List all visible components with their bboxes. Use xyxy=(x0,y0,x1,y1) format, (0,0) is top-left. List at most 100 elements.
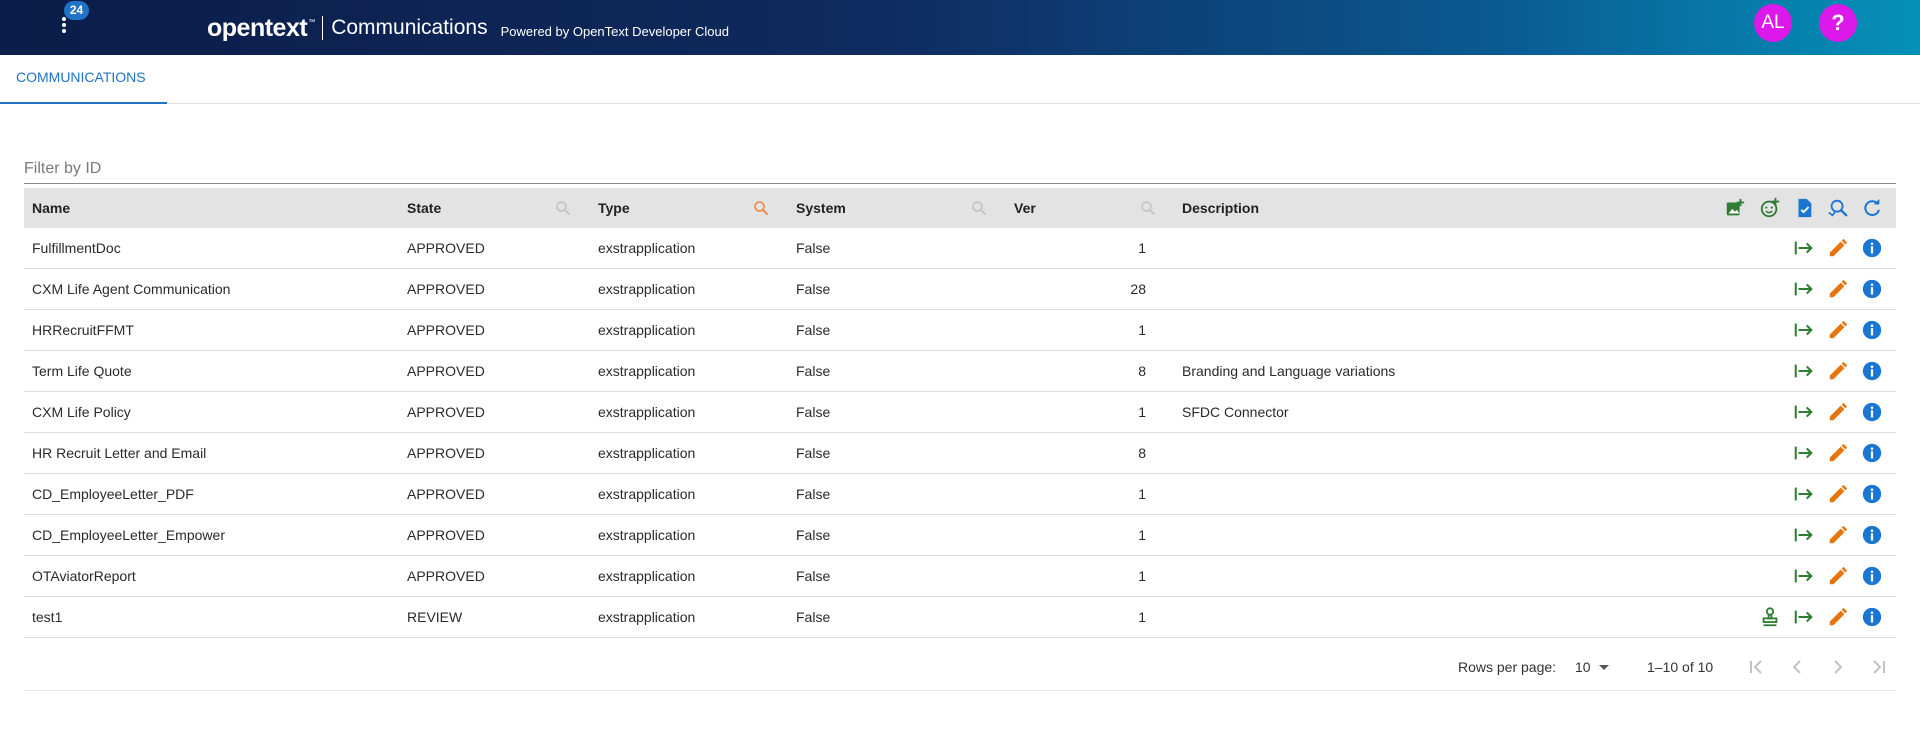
cell-state: APPROVED xyxy=(407,486,485,502)
column-header-state[interactable]: State xyxy=(407,188,441,228)
cell-name: CD_EmployeeLetter_PDF xyxy=(32,486,194,502)
brand-divider xyxy=(322,16,324,40)
add-image-icon[interactable] xyxy=(1724,197,1746,219)
export-arrow-icon[interactable] xyxy=(1793,319,1815,341)
last-page-icon[interactable] xyxy=(1867,655,1891,679)
add-emoji-icon[interactable] xyxy=(1759,197,1781,219)
table-row[interactable]: HR Recruit Letter and Email APPROVED exstr… xyxy=(24,433,1896,474)
cell-state: APPROVED xyxy=(407,568,485,584)
edit-pencil-icon[interactable] xyxy=(1827,483,1849,505)
info-icon[interactable] xyxy=(1861,483,1883,505)
state-search-icon[interactable] xyxy=(554,199,572,217)
help-button[interactable]: ? xyxy=(1819,4,1857,42)
table-row[interactable]: CXM Life Policy APPROVED exstrapplication F… xyxy=(24,392,1896,433)
opentext-logo: opentext xyxy=(207,13,308,42)
column-header-type[interactable]: Type xyxy=(598,188,630,228)
next-page-icon[interactable] xyxy=(1826,655,1850,679)
edit-pencil-icon[interactable] xyxy=(1827,606,1849,628)
communications-table: Name State Type System Ver Description F… xyxy=(24,188,1896,638)
task-checked-icon[interactable] xyxy=(1793,197,1815,219)
caret-down-icon xyxy=(1599,665,1609,670)
cell-system: False xyxy=(796,527,831,543)
cell-system: False xyxy=(796,404,831,420)
cell-ver: 1 xyxy=(1138,322,1146,338)
info-icon[interactable] xyxy=(1861,401,1883,423)
table-row[interactable]: test1 REVIEW exstrapplication False 1 xyxy=(24,597,1896,638)
cell-ver: 8 xyxy=(1138,363,1146,379)
ver-search-icon[interactable] xyxy=(1139,199,1157,217)
cell-name: CD_EmployeeLetter_Empower xyxy=(32,527,225,543)
table-row[interactable]: CD_EmployeeLetter_Empower APPROVED exstrap… xyxy=(24,515,1896,556)
edit-pencil-icon[interactable] xyxy=(1827,524,1849,546)
rows-per-page-label: Rows per page: xyxy=(1458,659,1557,675)
edit-pencil-icon[interactable] xyxy=(1827,442,1849,464)
table-row[interactable]: CD_EmployeeLetter_PDF APPROVED exstrapplic… xyxy=(24,474,1896,515)
table-body: FulfillmentDoc APPROVED exstrapplication Fa… xyxy=(24,228,1896,638)
info-icon[interactable] xyxy=(1861,442,1883,464)
user-avatar[interactable]: AL xyxy=(1754,4,1792,42)
info-icon[interactable] xyxy=(1861,524,1883,546)
cell-name: HRRecruitFFMT xyxy=(32,322,134,338)
table-row[interactable]: OTAviatorReport APPROVED exstrapplication F… xyxy=(24,556,1896,597)
cell-ver: 28 xyxy=(1130,281,1146,297)
cell-state: REVIEW xyxy=(407,609,463,625)
info-icon[interactable] xyxy=(1861,565,1883,587)
cell-name: HR Recruit Letter and Email xyxy=(32,445,207,461)
export-arrow-icon[interactable] xyxy=(1793,442,1815,464)
edit-pencil-icon[interactable] xyxy=(1827,278,1849,300)
info-icon[interactable] xyxy=(1861,319,1883,341)
cell-state: APPROVED xyxy=(407,445,485,461)
info-icon[interactable] xyxy=(1861,360,1883,382)
cell-name: CXM Life Agent Communication xyxy=(32,281,231,297)
notification-badge[interactable]: 24 xyxy=(64,1,89,20)
cell-description: SFDC Connector xyxy=(1182,404,1289,420)
table-row[interactable]: FulfillmentDoc APPROVED exstrapplication Fa… xyxy=(24,228,1896,269)
rows-per-page-select[interactable]: 10 xyxy=(1575,657,1615,677)
export-arrow-icon[interactable] xyxy=(1793,237,1815,259)
cell-ver: 1 xyxy=(1138,404,1146,420)
approve-stamp-icon[interactable] xyxy=(1759,606,1781,628)
cell-system: False xyxy=(796,363,831,379)
filter-by-id-input[interactable] xyxy=(24,155,1896,184)
cell-ver: 1 xyxy=(1138,609,1146,625)
column-header-description[interactable]: Description xyxy=(1182,188,1259,228)
edit-pencil-icon[interactable] xyxy=(1827,360,1849,382)
table-row[interactable]: CXM Life Agent Communication APPROVED exst… xyxy=(24,269,1896,310)
cell-name: Term Life Quote xyxy=(32,363,132,379)
pagination-bar: Rows per page: 10 1–10 of 10 xyxy=(24,645,1896,691)
cell-type: exstrapplication xyxy=(598,322,696,338)
cell-type: exstrapplication xyxy=(598,240,696,256)
cell-state: APPROVED xyxy=(407,363,485,379)
type-search-icon[interactable] xyxy=(752,199,770,217)
info-icon[interactable] xyxy=(1861,606,1883,628)
table-row[interactable]: Term Life Quote APPROVED exstrapplication F… xyxy=(24,351,1896,392)
info-icon[interactable] xyxy=(1861,278,1883,300)
export-arrow-icon[interactable] xyxy=(1793,401,1815,423)
system-search-icon[interactable] xyxy=(970,199,988,217)
refresh-icon[interactable] xyxy=(1861,197,1883,219)
info-icon[interactable] xyxy=(1861,237,1883,259)
export-arrow-icon[interactable] xyxy=(1793,606,1815,628)
cell-system: False xyxy=(796,486,831,502)
cell-ver: 8 xyxy=(1138,445,1146,461)
column-header-ver[interactable]: Ver xyxy=(1014,188,1036,228)
tab-communications[interactable]: COMMUNICATIONS xyxy=(0,55,167,104)
export-arrow-icon[interactable] xyxy=(1793,278,1815,300)
table-row[interactable]: HRRecruitFFMT APPROVED exstrapplication Fal… xyxy=(24,310,1896,351)
edit-pencil-icon[interactable] xyxy=(1827,237,1849,259)
column-header-system[interactable]: System xyxy=(796,188,846,228)
export-arrow-icon[interactable] xyxy=(1793,483,1815,505)
export-arrow-icon[interactable] xyxy=(1793,524,1815,546)
cell-description: Branding and Language variations xyxy=(1182,363,1396,379)
edit-pencil-icon[interactable] xyxy=(1827,565,1849,587)
search-replace-icon[interactable] xyxy=(1827,197,1849,219)
edit-pencil-icon[interactable] xyxy=(1827,401,1849,423)
first-page-icon[interactable] xyxy=(1744,655,1768,679)
cell-type: exstrapplication xyxy=(598,527,696,543)
edit-pencil-icon[interactable] xyxy=(1827,319,1849,341)
export-arrow-icon[interactable] xyxy=(1793,565,1815,587)
previous-page-icon[interactable] xyxy=(1785,655,1809,679)
column-header-name[interactable]: Name xyxy=(32,188,70,228)
export-arrow-icon[interactable] xyxy=(1793,360,1815,382)
cell-state: APPROVED xyxy=(407,404,485,420)
